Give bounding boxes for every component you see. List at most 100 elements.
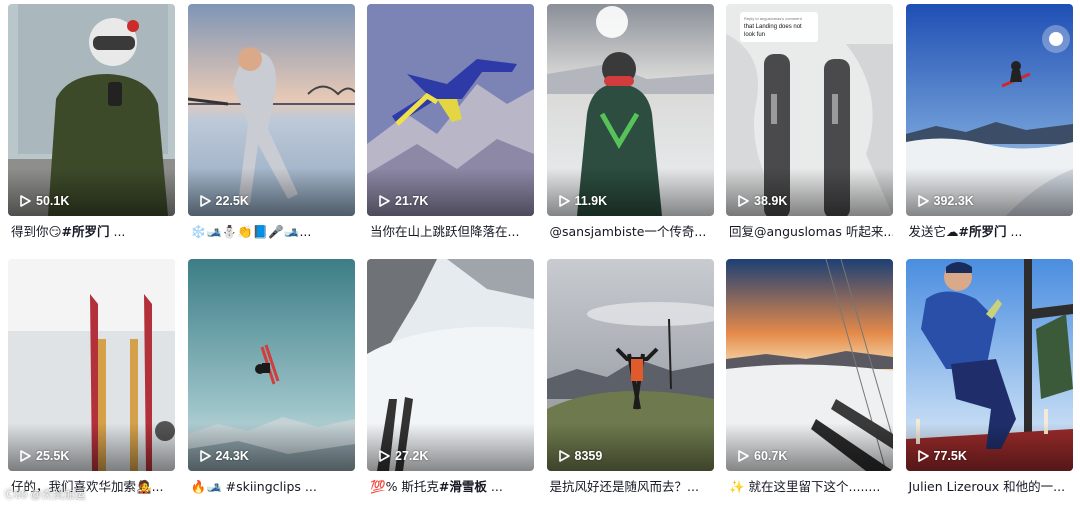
caption-text: ❄️🎿⛄👏📘🎤🎿... [191, 224, 312, 239]
view-count: 11.9K [559, 194, 608, 208]
video-thumbnail[interactable]: 50.1K [8, 4, 175, 216]
video-card[interactable]: 21.7K 当你在山上跳跃但降落在... [367, 4, 534, 259]
thumbnail-shade [547, 423, 714, 471]
video-card[interactable]: 27.2K 💯% 斯托克#滑雪板 ... [367, 259, 534, 514]
view-count-value: 77.5K [934, 449, 967, 463]
reply-sticker-text: that Landing does not look fun [744, 24, 802, 38]
video-caption[interactable]: 当你在山上跳跃但降落在... [367, 222, 534, 242]
video-thumbnail[interactable]: Reply to anguslomas's comment that Landi… [726, 4, 893, 216]
reply-comment-sticker: Reply to anguslomas's comment that Landi… [740, 12, 818, 42]
play-icon [738, 195, 749, 207]
video-thumbnail[interactable]: 8359 [547, 259, 714, 471]
reply-sticker-heading: Reply to anguslomas's comment [744, 15, 812, 23]
view-count-value: 60.7K [754, 449, 787, 463]
view-count-value: 392.3K [934, 194, 974, 208]
thumbnail-shade [906, 168, 1073, 216]
video-caption[interactable]: ❄️🎿⛄👏📘🎤🎿... [188, 222, 355, 242]
play-icon [918, 195, 929, 207]
video-caption[interactable]: 🔥🎿 #skiingclips ... [188, 477, 355, 497]
video-thumbnail[interactable]: 25.5K [8, 259, 175, 471]
thumbnail-shade [547, 168, 714, 216]
video-grid: 50.1K 得到你😏#所罗门 ... 22.5K ❄️🎿⛄👏📘🎤🎿... [8, 4, 1073, 514]
play-icon [559, 195, 570, 207]
view-count-value: 24.3K [216, 449, 249, 463]
view-count: 21.7K [379, 194, 428, 208]
video-card[interactable]: 25.5K 仔的，我们喜欢华加索🧑‍🎤... [8, 259, 175, 514]
video-thumbnail[interactable]: 60.7K [726, 259, 893, 471]
caption-hashtag[interactable]: #滑雪板 [439, 479, 487, 494]
caption-text: Julien Lizeroux 和他的一... [909, 479, 1066, 494]
video-caption[interactable]: 是抗风好还是随风而去？... [547, 477, 714, 497]
caption-ellipsis: ... [110, 224, 126, 239]
play-icon [200, 450, 211, 462]
thumbnail-shade [726, 423, 893, 471]
view-count: 77.5K [918, 449, 967, 463]
view-count: 25.5K [20, 449, 69, 463]
view-count-value: 22.5K [216, 194, 249, 208]
video-card[interactable]: 8359 是抗风好还是随风而去？... [547, 259, 714, 514]
video-thumbnail[interactable]: 11.9K [547, 4, 714, 216]
caption-text: 是抗风好还是随风而去？... [550, 479, 699, 494]
video-card[interactable]: 24.3K 🔥🎿 #skiingclips ... [188, 259, 355, 514]
thumbnail-shade [367, 168, 534, 216]
video-caption[interactable]: @sansjambiste一个传奇... [547, 222, 714, 242]
view-count: 50.1K [20, 194, 69, 208]
video-caption[interactable]: 💯% 斯托克#滑雪板 ... [367, 477, 534, 497]
video-thumbnail[interactable]: 21.7K [367, 4, 534, 216]
caption-text: 💯% 斯托克 [370, 479, 439, 494]
video-caption[interactable]: 发送它☁#所罗门 ... [906, 222, 1073, 242]
play-icon [379, 195, 390, 207]
view-count: 38.9K [738, 194, 787, 208]
caption-text: 当你在山上跳跃但降落在... [370, 224, 519, 239]
video-caption[interactable]: Julien Lizeroux 和他的一... [906, 477, 1073, 497]
view-count: 24.3K [200, 449, 249, 463]
play-icon [200, 195, 211, 207]
view-count-value: 8359 [575, 449, 603, 463]
thumbnail-shade [188, 423, 355, 471]
video-thumbnail[interactable]: 27.2K [367, 259, 534, 471]
caption-text: 发送它☁ [909, 224, 959, 239]
caption-hashtag[interactable]: #所罗门 [62, 224, 110, 239]
view-count: 60.7K [738, 449, 787, 463]
thumbnail-shade [8, 168, 175, 216]
video-card[interactable]: 60.7K ✨ 就在这里留下这个........ [726, 259, 893, 514]
video-card[interactable]: 11.9K @sansjambiste一个传奇... [547, 4, 714, 259]
caption-text: @sansjambiste一个传奇... [550, 224, 707, 239]
view-count-value: 27.2K [395, 449, 428, 463]
video-caption[interactable]: ✨ 就在这里留下这个........ [726, 477, 893, 497]
watermark: Ⓒ00 @杰贸加运 [4, 486, 85, 502]
view-count-value: 21.7K [395, 194, 428, 208]
video-card[interactable]: 50.1K 得到你😏#所罗门 ... [8, 4, 175, 259]
play-icon [918, 450, 929, 462]
thumbnail-shade [188, 168, 355, 216]
video-caption[interactable]: 回复@anguslomas 听起来... [726, 222, 893, 242]
caption-text: 得到你😏 [11, 224, 62, 239]
video-caption[interactable]: 得到你😏#所罗门 ... [8, 222, 175, 242]
caption-hashtag[interactable]: #所罗门 [959, 224, 1007, 239]
play-icon [20, 195, 31, 207]
view-count: 392.3K [918, 194, 974, 208]
view-count-value: 38.9K [754, 194, 787, 208]
thumbnail-shade [367, 423, 534, 471]
thumbnail-shade [906, 423, 1073, 471]
view-count: 22.5K [200, 194, 249, 208]
video-card[interactable]: 22.5K ❄️🎿⛄👏📘🎤🎿... [188, 4, 355, 259]
video-thumbnail[interactable]: 22.5K [188, 4, 355, 216]
view-count: 27.2K [379, 449, 428, 463]
video-thumbnail[interactable]: 392.3K [906, 4, 1073, 216]
video-card[interactable]: Reply to anguslomas's comment that Landi… [726, 4, 893, 259]
video-card[interactable]: 77.5K Julien Lizeroux 和他的一... [906, 259, 1073, 514]
video-thumbnail[interactable]: 77.5K [906, 259, 1073, 471]
view-count-value: 11.9K [575, 194, 608, 208]
caption-ellipsis: ... [1007, 224, 1023, 239]
video-thumbnail[interactable]: 24.3K [188, 259, 355, 471]
thumbnail-shade [8, 423, 175, 471]
play-icon [738, 450, 749, 462]
thumbnail-shade [726, 168, 893, 216]
caption-text: ✨ 就在这里留下这个........ [729, 479, 880, 494]
caption-ellipsis: ... [487, 479, 503, 494]
play-icon [379, 450, 390, 462]
video-card[interactable]: 392.3K 发送它☁#所罗门 ... [906, 4, 1073, 259]
play-icon [20, 450, 31, 462]
caption-text: 回复@anguslomas 听起来... [729, 224, 893, 239]
